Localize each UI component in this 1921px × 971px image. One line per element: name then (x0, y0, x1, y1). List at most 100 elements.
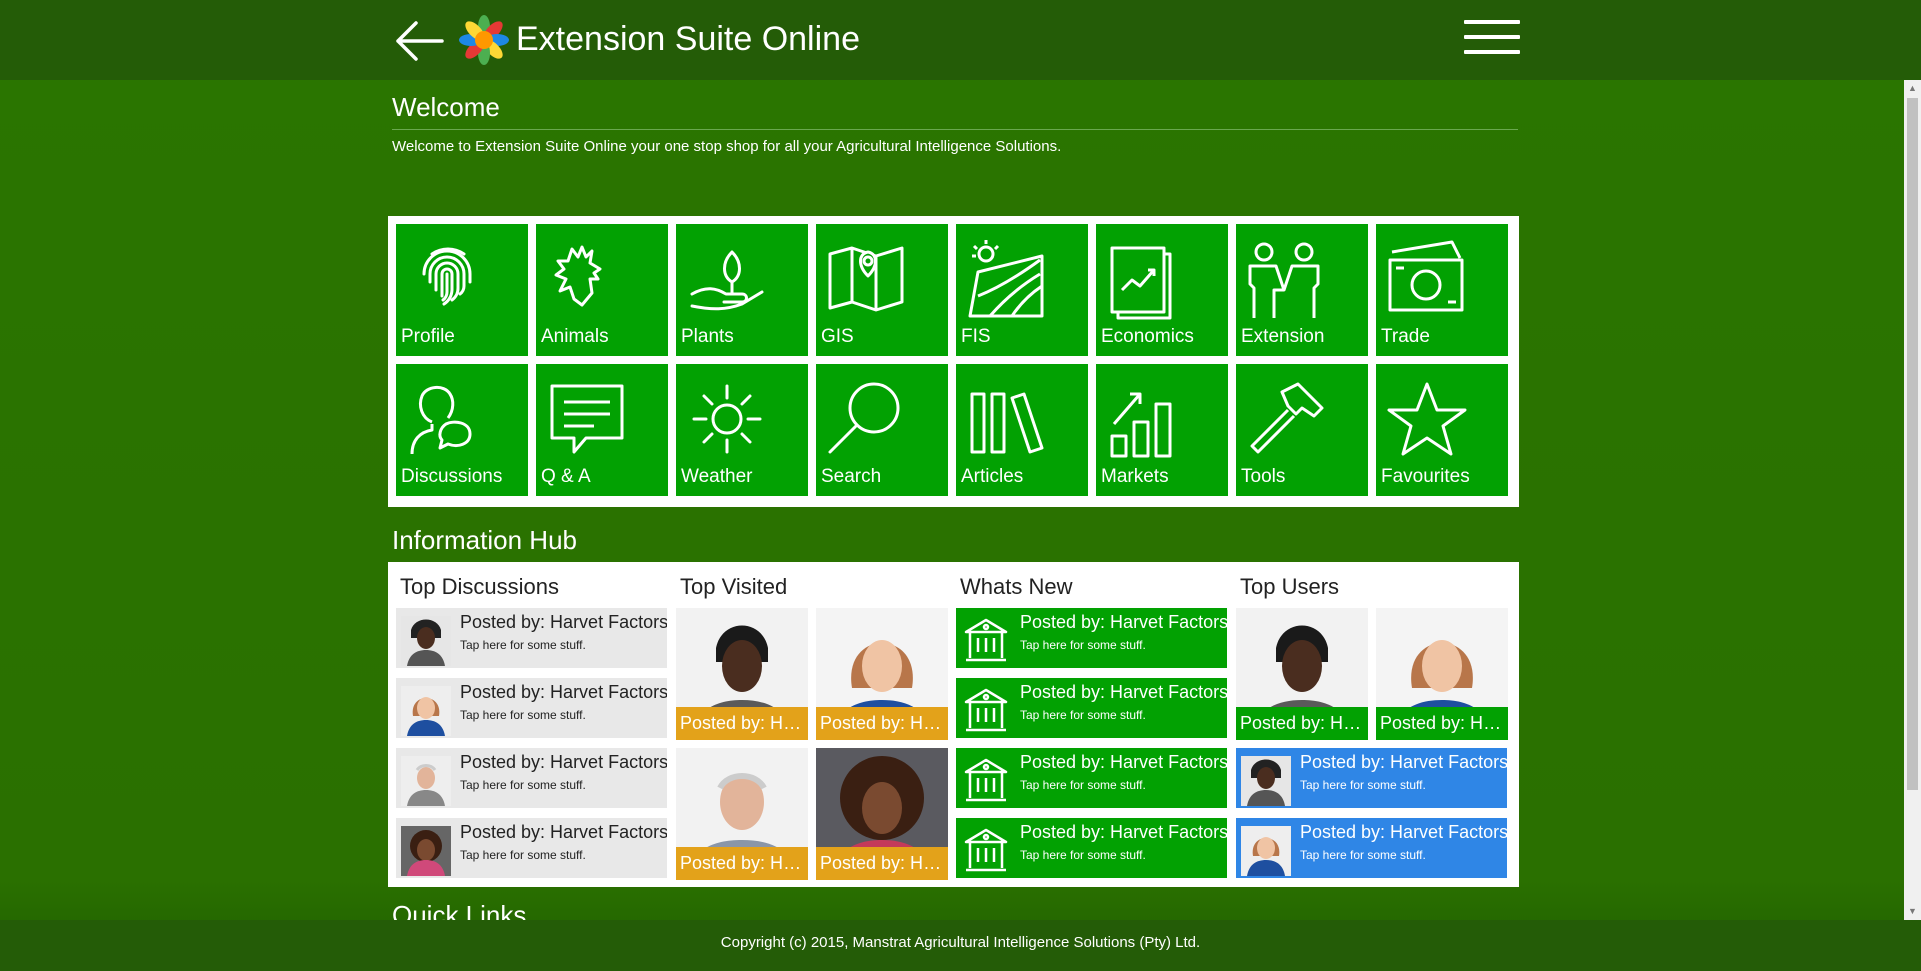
tile-discussions[interactable]: Discussions (396, 364, 528, 496)
item-subtitle: Tap here for some stuff. (1020, 848, 1146, 862)
sun-icon (692, 384, 762, 454)
building-icon (964, 618, 1008, 662)
fingerprint-icon (422, 247, 472, 306)
tile-favourites[interactable]: Favourites (1376, 364, 1508, 496)
tile-markets[interactable]: Markets (1096, 364, 1228, 496)
item-title: Posted by: Harvet Factors (460, 822, 667, 842)
photo-caption: Posted by: Harvet Factors (816, 847, 948, 880)
item-subtitle: Tap here for some stuff. (460, 778, 586, 792)
tile-articles[interactable]: Articles (956, 364, 1088, 496)
item-subtitle: Tap here for some stuff. (1020, 708, 1146, 722)
hammer-icon (1250, 382, 1324, 454)
tile-economics[interactable]: Economics (1096, 224, 1228, 356)
photo-caption: Posted by: Harvet Factors (1376, 707, 1508, 740)
item-subtitle: Tap here for some stuff. (1300, 778, 1426, 792)
item-title: Posted by: Harvet Factors (460, 682, 667, 702)
tile-label: Plants (681, 326, 734, 347)
building-icon (964, 828, 1008, 872)
tile-animals[interactable]: Animals (536, 224, 668, 356)
item-subtitle: Tap here for some stuff. (1020, 778, 1146, 792)
tile-label: Weather (681, 466, 753, 487)
item-subtitle: Tap here for some stuff. (1020, 638, 1146, 652)
divider (392, 129, 1518, 130)
item-title: Posted by: Harvet Factors (1300, 752, 1507, 772)
rooster-icon (554, 245, 602, 307)
list-item[interactable]: Posted by: Harvet Factors Tap here for s… (956, 608, 1227, 668)
item-title: Posted by: Harvet Factors (1020, 682, 1227, 702)
back-button[interactable] (392, 18, 448, 64)
tile-trade[interactable]: Trade (1376, 224, 1508, 356)
money-icon (1388, 240, 1464, 312)
photo-caption: Posted by: Harvet Factors (676, 847, 808, 880)
magnifier-icon (828, 382, 900, 454)
top-users-title: Top Users (1240, 574, 1340, 599)
tile-q-and-a[interactable]: Q & A (536, 364, 668, 496)
list-item[interactable]: Posted by: Harvet Factors Tap here for s… (396, 678, 667, 738)
photo-caption: Posted by: Harvet Factors (676, 707, 808, 740)
tile-plants[interactable]: Plants (676, 224, 808, 356)
tile-label: Q & A (541, 466, 591, 487)
item-title: Posted by: Harvet Factors (460, 752, 667, 772)
tile-label: GIS (821, 326, 854, 347)
top-bar: Extension Suite Online (0, 0, 1921, 80)
photo-tile[interactable]: Posted by: Harvet Factors (1236, 608, 1368, 740)
item-subtitle: Tap here for some stuff. (460, 848, 586, 862)
photo-caption: Posted by: Harvet Factors (1236, 707, 1368, 740)
photo-tile[interactable]: Posted by: Harvet Factors (676, 608, 808, 740)
tile-extension[interactable]: Extension (1236, 224, 1368, 356)
avatar (401, 756, 451, 806)
item-title: Posted by: Harvet Factors (1020, 752, 1227, 772)
tile-label: Extension (1241, 326, 1325, 347)
top-discussions-title: Top Discussions (400, 574, 559, 599)
tile-label: FIS (961, 326, 991, 347)
list-item[interactable]: Posted by: Harvet Factors Tap here for s… (1236, 818, 1507, 878)
list-item[interactable]: Posted by: Harvet Factors Tap here for s… (956, 818, 1227, 878)
photo-tile[interactable]: Posted by: Harvet Factors (676, 748, 808, 880)
footer: Copyright (c) 2015, Manstrat Agricultura… (0, 920, 1921, 971)
tile-profile[interactable]: Profile (396, 224, 528, 356)
avatar (401, 616, 451, 666)
scroll-up-icon[interactable]: ▲ (1904, 80, 1921, 97)
information-hub-panel: Top Discussions Posted by: Harvet Factor… (388, 562, 1519, 887)
chart-document-icon (1110, 246, 1172, 320)
building-icon (964, 758, 1008, 802)
tile-label: Favourites (1381, 466, 1470, 487)
arrow-left-icon (396, 21, 444, 61)
page-scrollbar[interactable]: ▲ ▼ (1904, 80, 1921, 920)
item-title: Posted by: Harvet Factors (460, 612, 667, 632)
tile-search[interactable]: Search (816, 364, 948, 496)
item-title: Posted by: Harvet Factors (1020, 612, 1227, 632)
list-item[interactable]: Posted by: Harvet Factors Tap here for s… (956, 748, 1227, 808)
list-item[interactable]: Posted by: Harvet Factors Tap here for s… (396, 748, 667, 808)
photo-tile[interactable]: Posted by: Harvet Factors (1376, 608, 1508, 740)
item-title: Posted by: Harvet Factors (1020, 822, 1227, 842)
information-hub-title: Information Hub (392, 525, 577, 555)
books-icon (970, 392, 1044, 454)
tile-gis[interactable]: GIS (816, 224, 948, 356)
scrollbar-thumb[interactable] (1907, 98, 1918, 790)
photo-tile[interactable]: Posted by: Harvet Factors (816, 608, 948, 740)
tile-tools[interactable]: Tools (1236, 364, 1368, 496)
tile-weather[interactable]: Weather (676, 364, 808, 496)
scroll-down-icon[interactable]: ▼ (1904, 903, 1921, 920)
app-title: Extension Suite Online (516, 20, 860, 58)
hamburger-menu-icon[interactable] (1464, 20, 1520, 56)
person-speech-icon (410, 386, 472, 455)
avatar (1241, 826, 1291, 876)
tile-fis[interactable]: FIS (956, 224, 1088, 356)
list-item[interactable]: Posted by: Harvet Factors Tap here for s… (396, 818, 667, 878)
bar-growth-icon (1110, 392, 1172, 458)
flower-logo-icon (459, 15, 509, 65)
field-sun-icon (968, 240, 1044, 318)
photo-tile[interactable]: Posted by: Harvet Factors (816, 748, 948, 880)
star-icon (1387, 382, 1467, 456)
chat-bubble-icon (550, 384, 624, 454)
list-item[interactable]: Posted by: Harvet Factors Tap here for s… (1236, 748, 1507, 808)
list-item[interactable]: Posted by: Harvet Factors Tap here for s… (396, 608, 667, 668)
list-item[interactable]: Posted by: Harvet Factors Tap here for s… (956, 678, 1227, 738)
tile-label: Profile (401, 326, 455, 347)
avatar (1241, 756, 1291, 806)
top-visited-title: Top Visited (680, 574, 788, 599)
welcome-title: Welcome (392, 92, 500, 122)
photo-caption: Posted by: Harvet Factors (816, 707, 948, 740)
